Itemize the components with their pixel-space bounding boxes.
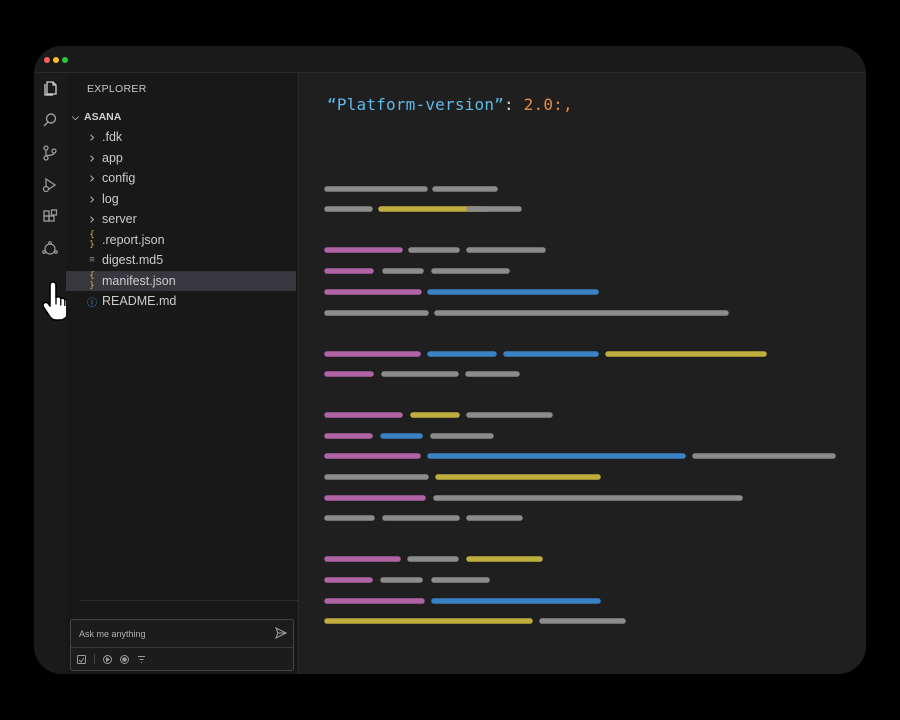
activity-bar [34, 73, 70, 674]
info-file-icon: ⓘ [87, 297, 97, 309]
tree-item[interactable]: ≡ digest.md5 [66, 250, 298, 271]
close-window-dot[interactable] [44, 57, 50, 63]
play-icon[interactable] [103, 654, 112, 664]
chevron-right-icon: › [87, 128, 97, 147]
tree-item-label: manifest.json [102, 273, 176, 288]
record-icon[interactable] [120, 654, 129, 664]
tree-item[interactable]: { } manifest.json [66, 270, 296, 291]
code-editor[interactable]: “Platform-version”: 2.0:, [299, 73, 866, 674]
tree-item[interactable]: › app [66, 148, 298, 169]
tree-item-label: .fdk [102, 130, 123, 145]
tree-item-label: README.md [102, 294, 177, 309]
tree-item[interactable]: ⓘ README.md [66, 291, 298, 312]
filter-icon[interactable] [137, 655, 146, 664]
chevron-right-icon: › [87, 169, 97, 188]
file-tree: ⌵ ASANA › .fdk › app › config › log › server { } .r… [66, 107, 298, 312]
tree-item[interactable]: { } .report.json [66, 230, 298, 251]
tree-item[interactable]: › config [66, 168, 298, 189]
search-icon[interactable] [40, 110, 60, 130]
source-control-icon[interactable] [40, 143, 60, 163]
attach-icon[interactable] [77, 654, 86, 664]
panel-divider [80, 600, 298, 601]
tree-item-label: server [102, 212, 137, 227]
chat-panel [70, 619, 294, 671]
tree-item-label: app [102, 150, 123, 165]
tree-item[interactable]: › log [66, 189, 298, 210]
tree-item[interactable]: › server [66, 209, 298, 230]
chevron-right-icon: › [87, 210, 97, 229]
placeholder-code-lines [324, 186, 836, 624]
title-bar [34, 46, 866, 73]
json-file-icon: { } [89, 270, 95, 291]
tree-item[interactable]: › .fdk [66, 127, 298, 148]
chevron-down-icon: ⌵ [72, 111, 79, 122]
chat-divider [71, 647, 293, 648]
files-icon[interactable] [40, 78, 60, 98]
tree-item-label: digest.md5 [102, 253, 164, 268]
chat-toolbar [77, 654, 146, 664]
tree-item-label: config [102, 171, 136, 186]
explorer-title: EXPLORER [87, 83, 147, 95]
extensions-icon[interactable] [40, 207, 60, 227]
tree-item-label: .report.json [102, 232, 165, 247]
run-debug-icon[interactable] [40, 175, 60, 195]
tree-root-label: ASANA [84, 111, 122, 123]
json-file-icon: { } [89, 229, 95, 250]
explorer-sidebar: EXPLORER ⌵ ASANA › .fdk › app › config › log › se… [66, 73, 299, 674]
app-window: EXPLORER ⌵ ASANA › .fdk › app › config › log › se… [34, 46, 866, 674]
chevron-right-icon: › [87, 189, 97, 208]
tree-root-folder[interactable]: ⌵ ASANA [66, 107, 298, 127]
ai-assistant-icon[interactable] [40, 239, 60, 259]
text-file-icon: ≡ [89, 255, 95, 266]
tree-item-label: log [102, 191, 119, 206]
send-icon[interactable] [275, 627, 287, 639]
zoom-window-dot[interactable] [62, 57, 68, 63]
chevron-right-icon: › [87, 148, 97, 167]
chat-input[interactable] [77, 626, 271, 642]
minimize-window-dot[interactable] [53, 57, 59, 63]
toolbar-separator [94, 654, 95, 664]
